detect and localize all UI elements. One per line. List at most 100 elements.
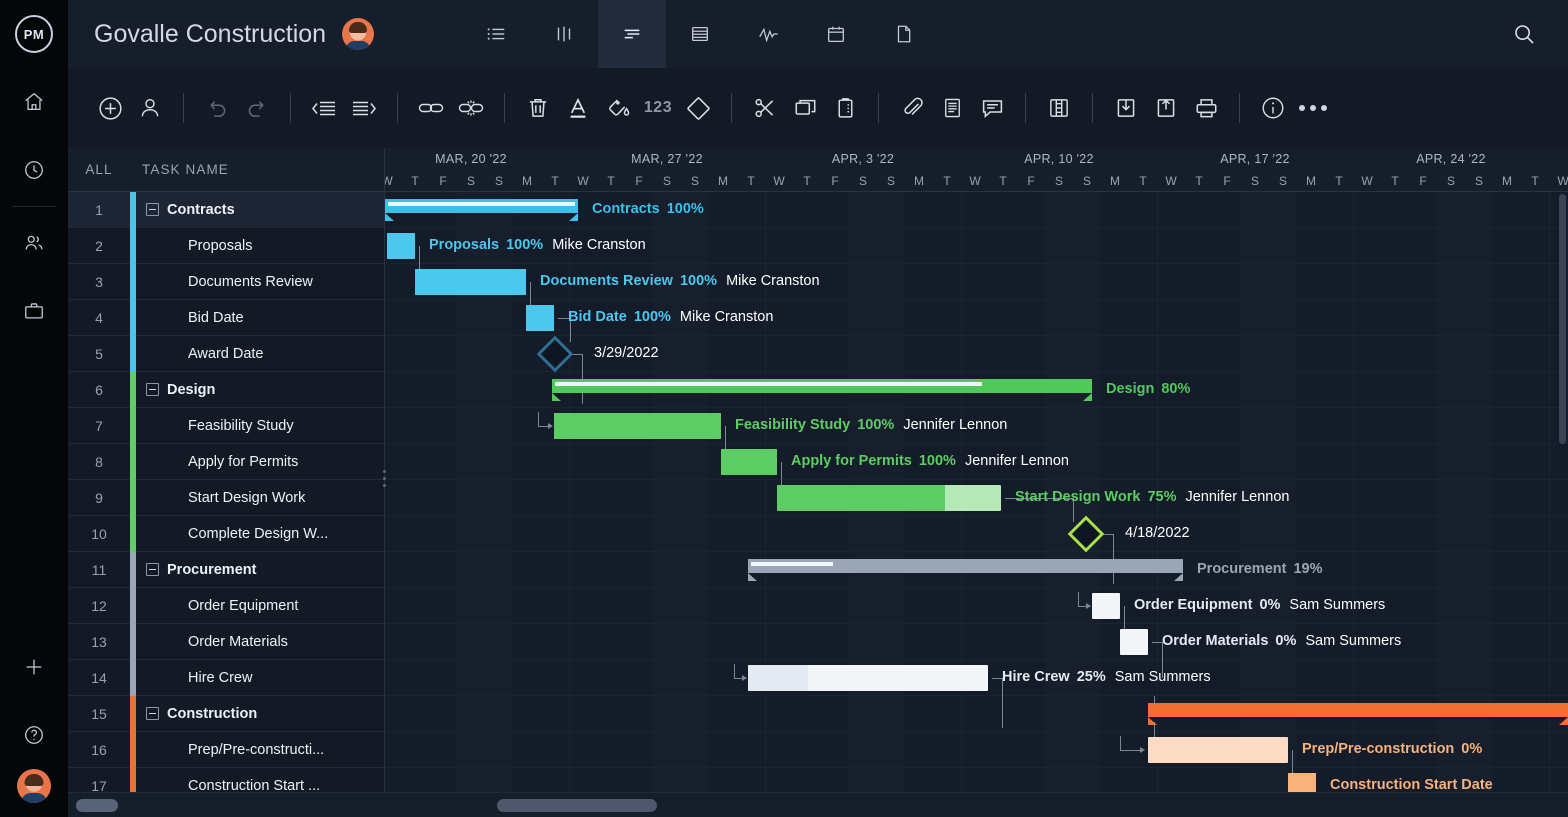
scrollbar-thumb[interactable] — [497, 799, 657, 812]
task-name-cell[interactable]: Hire Crew — [188, 670, 258, 686]
task-name-cell[interactable]: Design — [167, 382, 221, 398]
column-header-all[interactable]: ALL — [68, 162, 130, 177]
rail-item-team[interactable] — [0, 209, 68, 277]
tab-calendar[interactable] — [802, 0, 870, 68]
undo-button[interactable] — [197, 86, 237, 130]
attach-button[interactable] — [892, 86, 932, 130]
table-row[interactable]: 5Award Date — [68, 336, 384, 372]
table-row[interactable]: 2Proposals — [68, 228, 384, 264]
task-name-cell[interactable]: Start Design Work — [188, 490, 311, 506]
gantt-milestone-diamond[interactable] — [537, 336, 574, 373]
import-button[interactable] — [1106, 86, 1146, 130]
gantt-summary-bar[interactable] — [385, 199, 578, 221]
table-row[interactable]: 8Apply for Permits — [68, 444, 384, 480]
table-row[interactable]: 1Contracts — [68, 192, 384, 228]
gantt-task-bar[interactable] — [748, 665, 988, 691]
scrollbar-thumb[interactable] — [76, 799, 118, 812]
cut-button[interactable] — [745, 86, 785, 130]
collapse-toggle-icon[interactable] — [146, 383, 159, 396]
comment-button[interactable] — [972, 86, 1012, 130]
gantt-task-bar[interactable] — [1120, 629, 1148, 655]
rail-item-add[interactable] — [0, 633, 68, 701]
task-name-cell[interactable]: Apply for Permits — [188, 454, 304, 470]
task-name-cell[interactable]: Order Materials — [188, 634, 294, 650]
collapse-toggle-icon[interactable] — [146, 203, 159, 216]
text-color-button[interactable] — [558, 86, 598, 130]
task-name-cell[interactable]: Construction Start ... — [188, 778, 326, 793]
task-name-cell[interactable]: Documents Review — [188, 274, 319, 290]
rail-item-portfolio[interactable] — [0, 277, 68, 345]
table-row[interactable]: 14Hire Crew — [68, 660, 384, 696]
gantt-summary-bar[interactable] — [552, 379, 1092, 401]
gantt-task-bar[interactable] — [526, 305, 554, 331]
task-name-cell[interactable]: Bid Date — [188, 310, 250, 326]
table-row[interactable]: 15Construction — [68, 696, 384, 732]
rail-item-home[interactable] — [0, 68, 68, 136]
number-format-button[interactable]: 123 — [638, 86, 678, 130]
timeline-vscrollbar[interactable] — [1559, 194, 1566, 444]
project-owner-avatar[interactable] — [342, 18, 374, 50]
delete-button[interactable] — [518, 86, 558, 130]
rail-item-time[interactable] — [0, 136, 68, 204]
app-logo[interactable]: PM — [0, 0, 68, 68]
indent-button[interactable] — [344, 86, 384, 130]
unlink-tasks-button[interactable] — [451, 86, 491, 130]
table-row[interactable]: 13Order Materials — [68, 624, 384, 660]
assign-button[interactable] — [130, 86, 170, 130]
table-row[interactable]: 3Documents Review — [68, 264, 384, 300]
table-row[interactable]: 12Order Equipment — [68, 588, 384, 624]
gantt-summary-bar[interactable] — [748, 559, 1183, 581]
notes-button[interactable] — [932, 86, 972, 130]
search-button[interactable] — [1504, 12, 1544, 56]
collapse-toggle-icon[interactable] — [146, 563, 159, 576]
tab-gantt[interactable] — [598, 0, 666, 68]
gantt-task-bar[interactable] — [415, 269, 526, 295]
redo-button[interactable] — [237, 86, 277, 130]
copy-button[interactable] — [785, 86, 825, 130]
collapse-toggle-icon[interactable] — [146, 707, 159, 720]
gantt-task-bar[interactable] — [554, 413, 721, 439]
table-row[interactable]: 9Start Design Work — [68, 480, 384, 516]
task-name-cell[interactable]: Proposals — [188, 238, 258, 254]
task-name-cell[interactable]: Award Date — [188, 346, 270, 362]
more-button[interactable] — [1293, 86, 1333, 130]
print-button[interactable] — [1186, 86, 1226, 130]
add-task-button[interactable] — [90, 86, 130, 130]
table-row[interactable]: 10Complete Design W... — [68, 516, 384, 552]
tab-workload[interactable] — [734, 0, 802, 68]
task-name-cell[interactable]: Procurement — [167, 562, 262, 578]
milestone-button[interactable] — [678, 86, 718, 130]
table-row[interactable]: 4Bid Date — [68, 300, 384, 336]
columns-button[interactable] — [1039, 86, 1079, 130]
outdent-button[interactable] — [304, 86, 344, 130]
task-table-hscrollbar[interactable] — [68, 792, 385, 817]
link-tasks-button[interactable] — [411, 86, 451, 130]
tab-list[interactable] — [462, 0, 530, 68]
tab-board[interactable] — [530, 0, 598, 68]
gantt-task-bar[interactable] — [777, 485, 1001, 511]
gantt-summary-bar[interactable] — [1148, 703, 1568, 725]
tab-sheet[interactable] — [666, 0, 734, 68]
task-name-cell[interactable]: Contracts — [167, 202, 241, 218]
gantt-task-bar[interactable] — [1288, 773, 1316, 792]
task-name-cell[interactable]: Construction — [167, 706, 263, 722]
rail-item-help[interactable] — [0, 701, 68, 769]
table-row[interactable]: 16Prep/Pre-constructi... — [68, 732, 384, 768]
info-button[interactable] — [1253, 86, 1293, 130]
table-row[interactable]: 7Feasibility Study — [68, 408, 384, 444]
panel-resize-handle[interactable] — [378, 458, 390, 498]
table-row[interactable]: 6Design — [68, 372, 384, 408]
fill-color-button[interactable] — [598, 86, 638, 130]
task-name-cell[interactable]: Prep/Pre-constructi... — [188, 742, 330, 758]
paste-button[interactable] — [825, 86, 865, 130]
tab-pages[interactable] — [870, 0, 938, 68]
gantt-task-bar[interactable] — [1148, 737, 1288, 763]
export-button[interactable] — [1146, 86, 1186, 130]
task-name-cell[interactable]: Feasibility Study — [188, 418, 300, 434]
gantt-task-bar[interactable] — [1092, 593, 1120, 619]
task-name-cell[interactable]: Complete Design W... — [188, 526, 334, 542]
gantt-task-bar[interactable] — [387, 233, 415, 259]
column-header-task-name[interactable]: TASK NAME — [130, 162, 229, 177]
task-name-cell[interactable]: Order Equipment — [188, 598, 304, 614]
table-row[interactable]: 11Procurement — [68, 552, 384, 588]
